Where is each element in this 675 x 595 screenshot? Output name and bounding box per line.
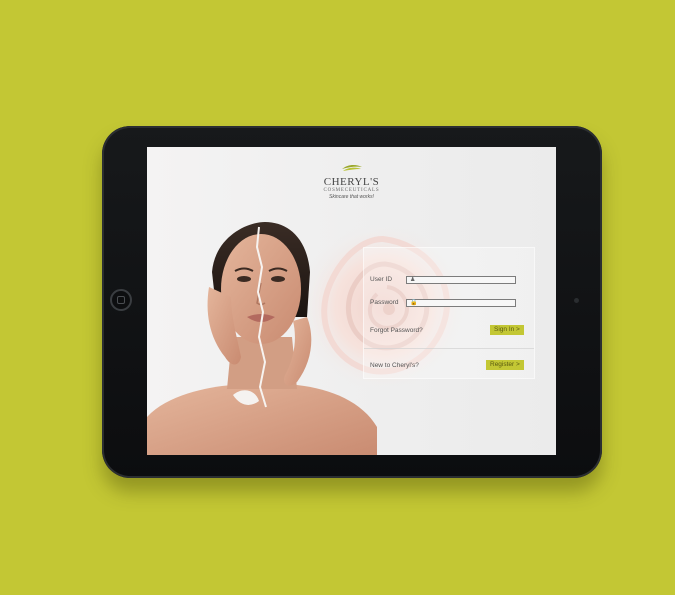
new-user-label: New to Cheryl's? [370,362,419,369]
register-button[interactable]: Register > [486,360,524,370]
sign-in-button[interactable]: Sign In > [490,325,524,335]
leaf-icon [341,164,362,171]
login-panel: User ID ♟ Password 🔒 Forgot Password? Si… [363,247,535,379]
brand-logo: CHERYL'S COSMECEUTICALS Skincare that wo… [147,159,556,200]
brand-tagline: Skincare that works! [328,194,375,200]
user-id-field[interactable]: ♟ [406,276,516,284]
panel-divider [364,348,534,349]
password-label: Password [370,299,399,306]
home-button[interactable] [110,289,132,311]
user-id-label: User ID [370,276,393,283]
password-field[interactable]: 🔒 [406,299,516,307]
app-screen: CHERYL'S COSMECEUTICALS Skincare that wo… [147,147,556,455]
brand-name: CHERYL'S [323,176,380,188]
camera-dot [574,298,579,303]
forgot-password-link[interactable]: Forgot Password? [370,327,423,334]
lock-icon: 🔒 [410,300,418,306]
user-icon: ♟ [410,277,416,283]
model-image [147,222,377,455]
